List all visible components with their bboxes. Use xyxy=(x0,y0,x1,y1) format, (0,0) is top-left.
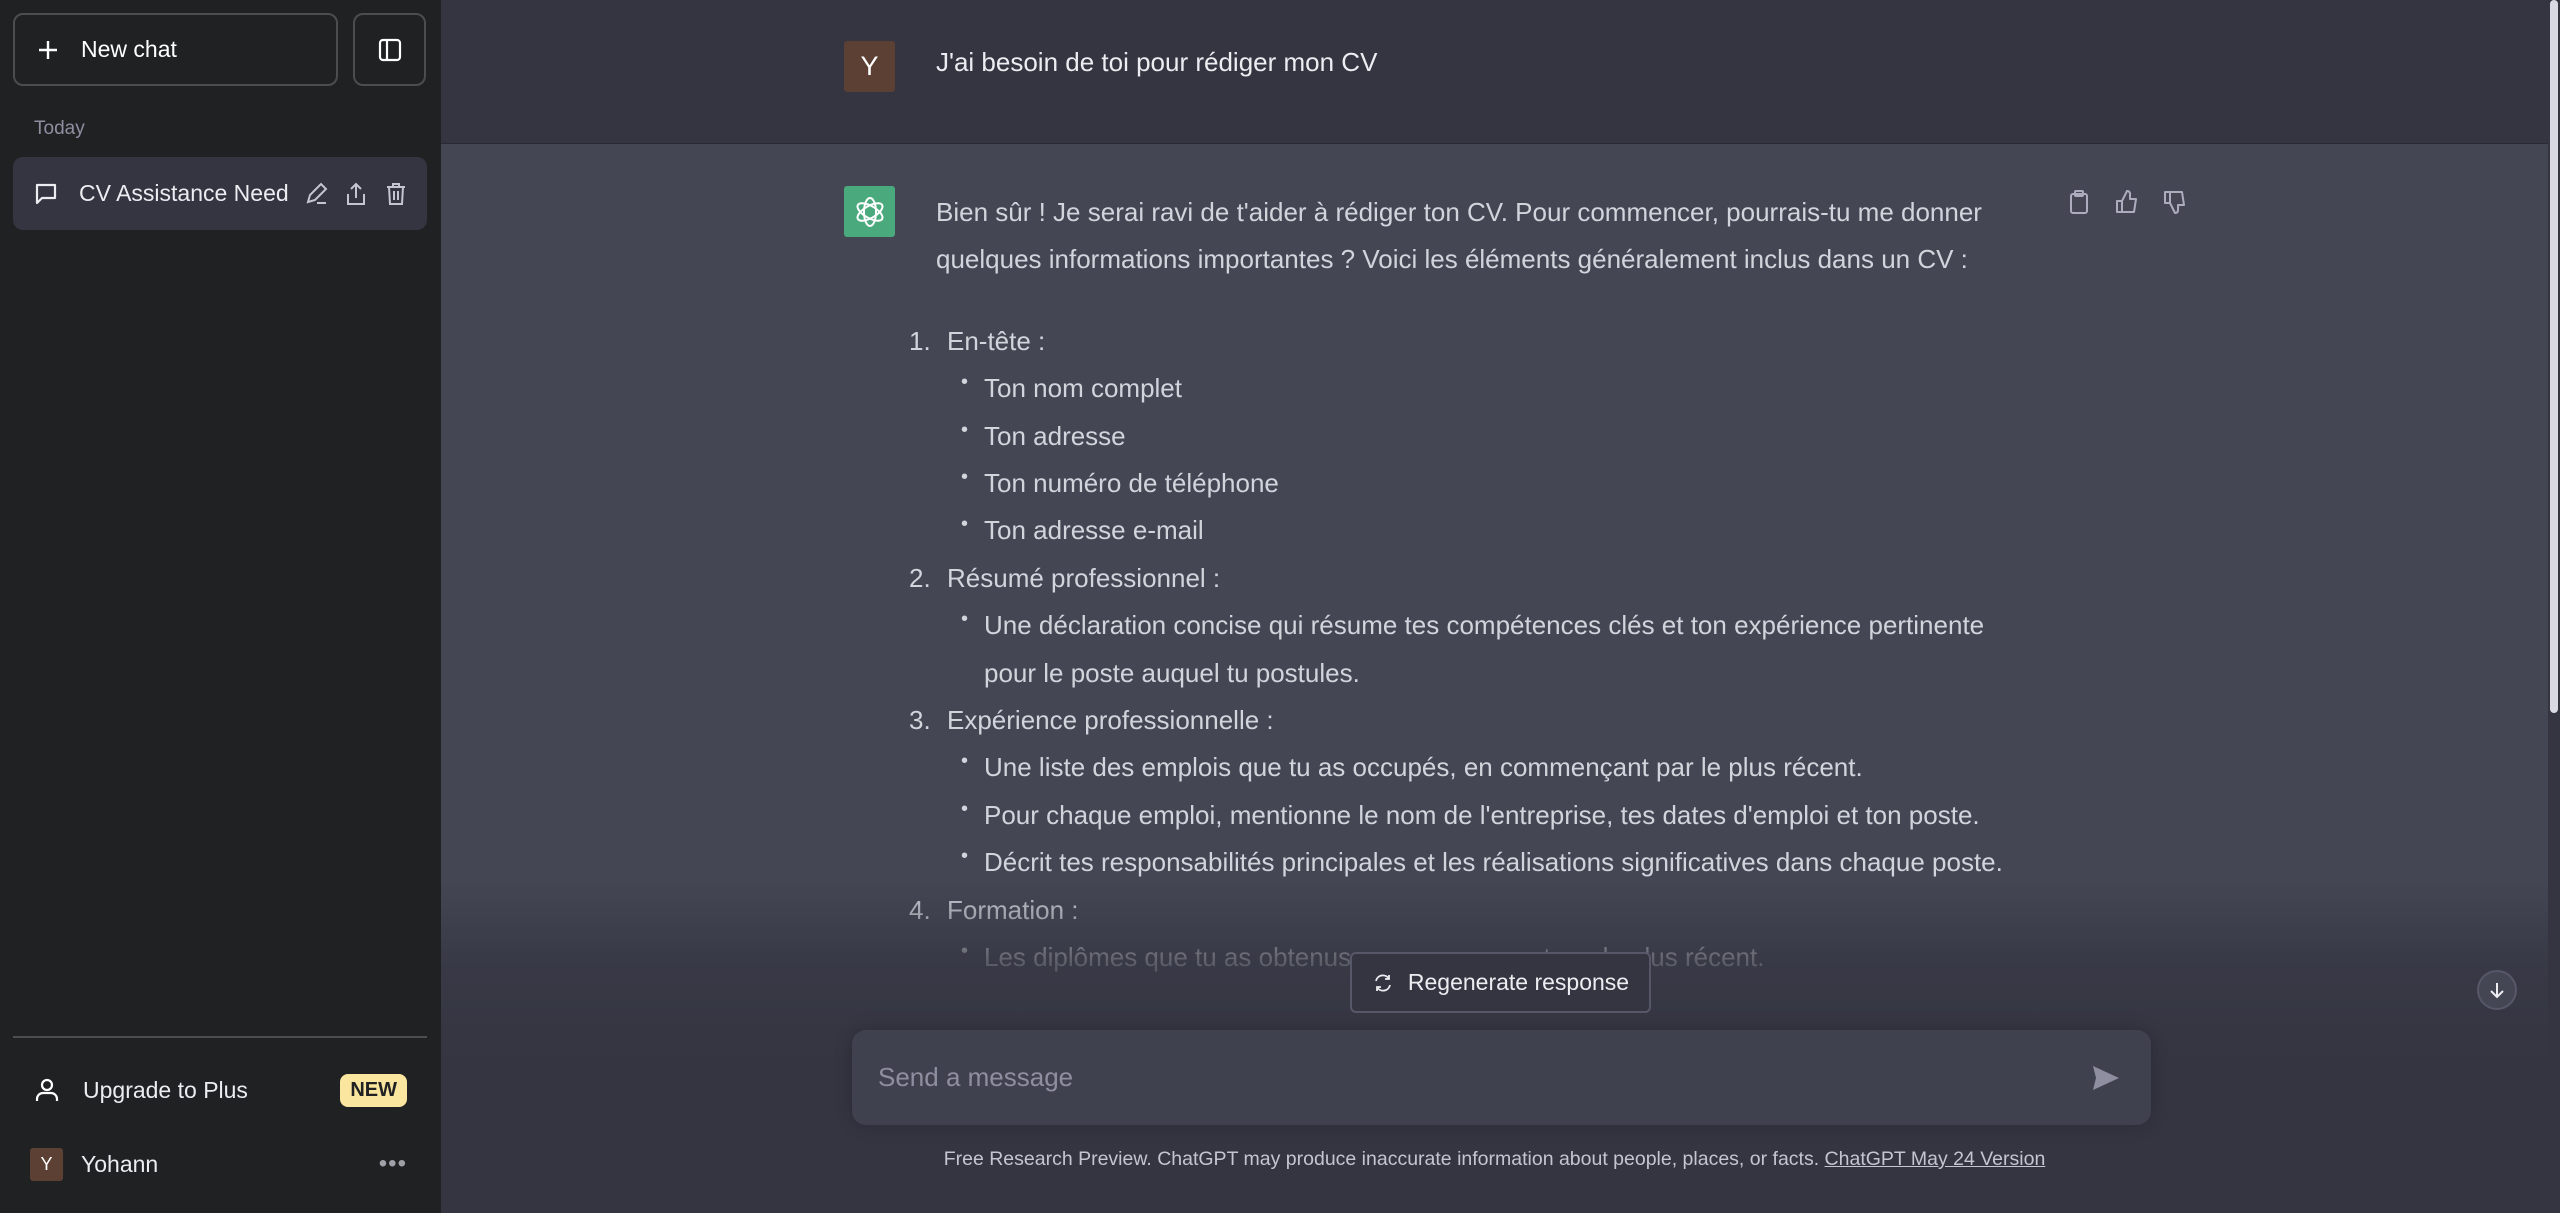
version-link[interactable]: ChatGPT May 24 Version xyxy=(1825,1148,2046,1170)
cv-section: 2. Résumé professionnel :Une déclaration … xyxy=(909,555,2036,697)
regenerate-label: Regenerate response xyxy=(1407,969,1630,995)
thumbs-down-icon[interactable] xyxy=(2162,189,2188,215)
assistant-message-content: Bien sûr ! Je serai ravi de t'aider à ré… xyxy=(909,189,2036,982)
user-message-text: J'ai besoin de toi pour rédiger mon CV xyxy=(936,47,1378,77)
user-menu-button[interactable]: Y Yohann ••• xyxy=(13,1138,427,1190)
user-name: Yohann xyxy=(81,1150,159,1177)
scroll-to-bottom-button[interactable] xyxy=(2477,970,2517,1010)
section-items: Une liste des emplois que tu as occupés,… xyxy=(947,738,2036,886)
arrow-down-icon xyxy=(2490,983,2504,999)
chat-bubble-icon xyxy=(35,183,57,204)
sidebar-divider xyxy=(13,1036,427,1038)
section-title: Résumé professionnel : xyxy=(947,562,1221,593)
thumbs-up-icon[interactable] xyxy=(2114,189,2140,215)
copy-clipboard-icon[interactable] xyxy=(2066,189,2092,215)
section-items: Ton nom completTon adresseTon numéro de … xyxy=(947,359,2036,555)
sidebar-toggle-icon xyxy=(378,38,401,61)
plus-icon xyxy=(39,40,57,59)
section-title: Expérience professionnelle : xyxy=(947,705,1274,736)
chat-title: CV Assistance Need xyxy=(79,180,289,206)
new-chat-label: New chat xyxy=(81,36,177,62)
user-avatar: Y xyxy=(30,1147,63,1181)
new-chat-button[interactable]: New chat xyxy=(13,13,338,86)
section-label-today: Today xyxy=(34,118,85,139)
scrollbar-thumb[interactable] xyxy=(2550,0,2558,713)
assistant-intro: Bien sûr ! Je serai ravi de t'aider à ré… xyxy=(936,197,1982,275)
list-item: Ton numéro de téléphone xyxy=(961,454,2034,507)
cv-section: 3. Expérience professionnelle :Une liste … xyxy=(909,697,2036,887)
share-icon[interactable] xyxy=(343,181,369,207)
list-item: Ton adresse e-mail xyxy=(961,501,2034,554)
list-item: Une liste des emplois que tu as occupés,… xyxy=(961,738,2034,791)
list-item: Une déclaration concise qui résume tes c… xyxy=(961,596,2034,697)
trash-icon[interactable] xyxy=(383,181,409,207)
section-number: 2. xyxy=(909,562,931,593)
section-number: 3. xyxy=(909,705,931,736)
new-badge: NEW xyxy=(340,1073,407,1107)
chat-main: Y J'ai besoin de toi pour rédiger mon CV… xyxy=(441,0,2548,1213)
upgrade-to-plus-button[interactable]: Upgrade to Plus NEW xyxy=(13,1064,427,1116)
message-composer xyxy=(852,1030,2151,1125)
cv-section: 1.En-tête :Ton nom completTon adresseTon… xyxy=(909,318,2036,555)
message-actions xyxy=(2066,189,2188,215)
list-item: Ton adresse xyxy=(961,407,2034,460)
user-message-avatar: Y xyxy=(844,41,895,92)
section-number: 1. xyxy=(909,325,931,356)
send-icon[interactable] xyxy=(2091,1063,2121,1093)
user-message: Y J'ai besoin de toi pour rédiger mon CV xyxy=(441,0,2548,144)
list-item: Ton nom complet xyxy=(961,359,2034,412)
message-input[interactable] xyxy=(878,1062,2028,1093)
chat-history-item[interactable]: CV Assistance Need xyxy=(13,157,427,230)
upgrade-label: Upgrade to Plus xyxy=(83,1076,248,1103)
edit-icon[interactable] xyxy=(303,181,329,207)
footer-disclaimer: Free Research Preview. ChatGPT may produ… xyxy=(441,1148,2548,1171)
toggle-sidebar-button[interactable] xyxy=(353,13,426,86)
section-title: En-tête : xyxy=(947,325,1046,356)
chatgpt-logo-icon xyxy=(844,186,895,237)
section-items: Une déclaration concise qui résume tes c… xyxy=(947,596,2036,697)
user-icon xyxy=(35,1078,59,1101)
more-options-icon[interactable]: ••• xyxy=(379,1150,407,1178)
regenerate-response-button[interactable]: Regenerate response xyxy=(1350,952,1651,1013)
sidebar: New chat Today CV Assistance Need Upgrad… xyxy=(0,0,441,1213)
list-item: Pour chaque emploi, mentionne le nom de … xyxy=(961,786,2034,839)
refresh-icon xyxy=(1375,974,1391,991)
disclaimer-text: Free Research Preview. ChatGPT may produ… xyxy=(943,1148,1825,1170)
